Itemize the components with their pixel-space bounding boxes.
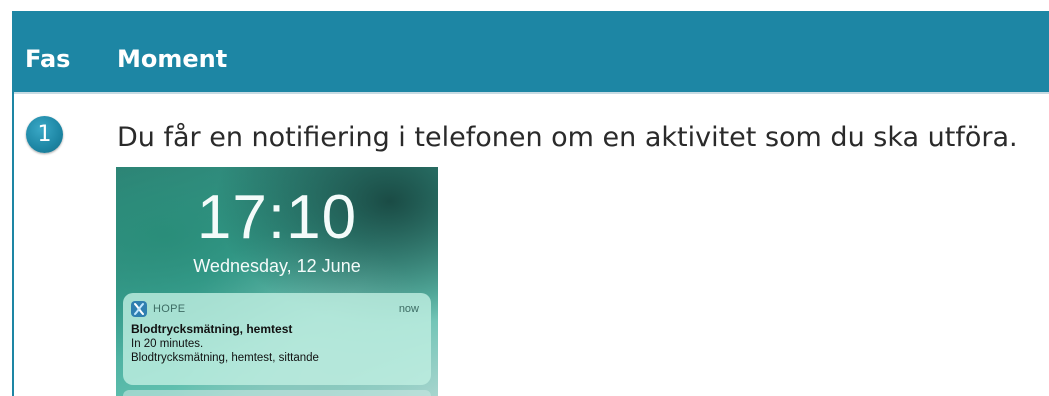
hope-app-icon bbox=[131, 301, 147, 317]
table-left-border bbox=[12, 92, 14, 396]
step-number-badge: 1 bbox=[26, 116, 63, 153]
table-header: Fas Moment bbox=[12, 11, 1049, 92]
lockscreen-date: Wednesday, 12 June bbox=[193, 256, 361, 276]
notification-app-name: HOPE bbox=[153, 303, 186, 315]
step-description: Du får en notifiering i telefonen om en … bbox=[117, 122, 1018, 153]
header-divider bbox=[12, 92, 1049, 94]
next-notification-edge bbox=[123, 390, 431, 396]
notification-card: HOPE now Blodtrycksmätning, hemtest In 2… bbox=[123, 293, 431, 385]
notification-title: Blodtrycksmätning, hemtest bbox=[131, 322, 293, 336]
notification-time: now bbox=[398, 303, 419, 315]
phone-lockscreen-image: 17:10 Wednesday, 12 June HOPE now Blodtr… bbox=[116, 167, 438, 396]
column-header-fas: Fas bbox=[25, 45, 71, 73]
column-header-moment: Moment bbox=[117, 45, 228, 73]
notification-body-line: In 20 minutes. bbox=[131, 338, 204, 350]
notification-body-line: Blodtrycksmätning, hemtest, sittande bbox=[131, 352, 319, 364]
lockscreen-clock: 17:10 bbox=[196, 183, 358, 252]
